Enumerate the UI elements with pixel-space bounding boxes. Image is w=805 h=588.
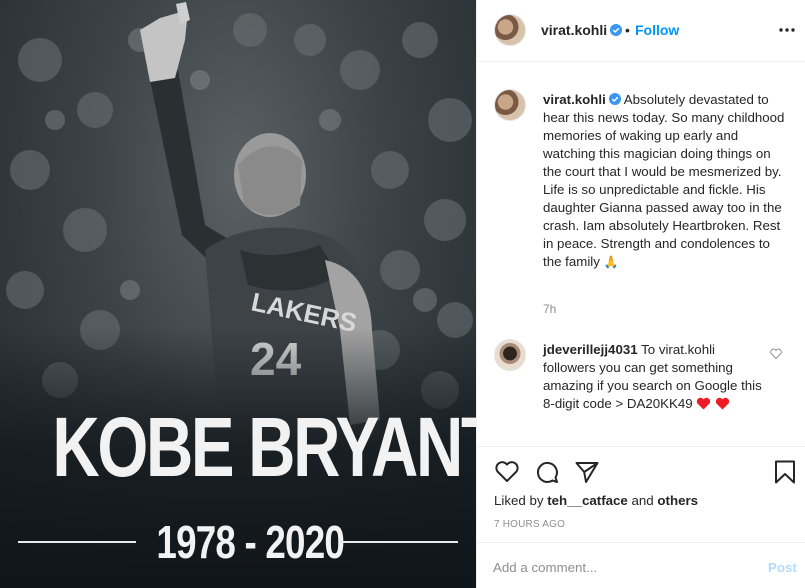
years-rule-left [18, 541, 136, 543]
heart-icon[interactable] [494, 459, 520, 485]
years-rule-right [340, 541, 458, 543]
red-heart-icon [715, 397, 730, 410]
comment-icon[interactable] [534, 459, 560, 485]
liked-by-conj: and [631, 493, 654, 508]
header-username-link[interactable]: virat.kohli [541, 22, 623, 38]
verified-badge-icon [610, 24, 623, 36]
post-header: virat.kohli • Follow [477, 0, 805, 62]
liked-by-prefix: Liked by [494, 493, 544, 508]
post-image[interactable]: LAKERS 24 KOBE BRYANT 1978 - 2020 [0, 0, 476, 588]
caption: virat.kohli Absolutely devastated to hea… [543, 91, 787, 271]
comment: jdeverillejj4031 To virat.kohli follower… [543, 341, 767, 413]
comment-avatar[interactable] [494, 339, 526, 371]
comment-username[interactable]: jdeverillejj4031 [543, 342, 638, 357]
more-options-icon[interactable] [777, 20, 797, 40]
post-side-panel: virat.kohli • Follow virat.kohli Absolut… [476, 0, 805, 588]
verified-badge-icon [608, 93, 621, 105]
add-comment-bar: Post [477, 542, 805, 588]
poster-years: 1978 - 2020 [156, 516, 345, 568]
post-actions: Liked by teh__catface and others 7 HOURS… [477, 446, 805, 542]
caption-text: Absolutely devastated to hear this news … [543, 92, 785, 269]
red-heart-icon [697, 397, 711, 410]
header-username[interactable]: virat.kohli [541, 22, 607, 38]
avatar[interactable] [494, 14, 526, 46]
post-time[interactable]: 7 HOURS AGO [494, 519, 565, 530]
caption-avatar[interactable] [494, 89, 526, 121]
praying-hands-emoji: 🙏 [603, 255, 619, 269]
poster-years-row: 1978 - 2020 [0, 517, 476, 567]
caption-time[interactable]: 7h [543, 302, 556, 316]
poster-title: KOBE BRYANT [52, 400, 476, 494]
liked-by: Liked by teh__catface and others [494, 493, 698, 508]
caption-username[interactable]: virat.kohli [543, 92, 606, 107]
share-icon[interactable] [574, 459, 600, 485]
liked-by-others[interactable]: others [657, 493, 698, 508]
save-icon[interactable] [772, 459, 798, 485]
follow-button[interactable]: Follow [635, 22, 679, 38]
comments-section[interactable]: virat.kohli Absolutely devastated to hea… [477, 62, 805, 446]
add-comment-input[interactable] [493, 557, 743, 577]
header-separator: • [625, 22, 630, 38]
liked-by-user[interactable]: teh__catface [547, 493, 628, 508]
small-heart-icon[interactable] [770, 348, 782, 360]
post-button[interactable]: Post [768, 560, 797, 575]
